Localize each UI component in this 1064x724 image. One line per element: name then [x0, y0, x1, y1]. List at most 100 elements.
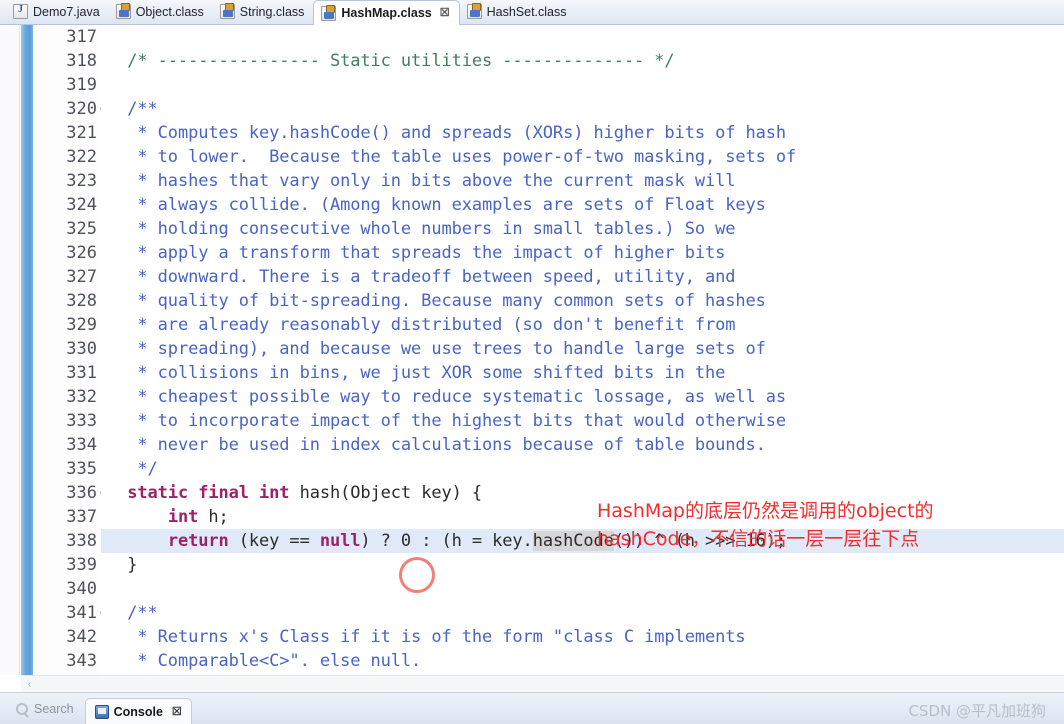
code-line[interactable]: * never be used in index calculations be…: [101, 433, 1064, 457]
line-number-value: 320: [66, 99, 97, 119]
editor-tab-string-class[interactable]: String.class: [213, 0, 314, 24]
code-token: * to lower. Because the table uses power…: [107, 147, 797, 167]
line-number: 341⊖: [33, 601, 108, 625]
scroll-left-arrow-icon[interactable]: ‹: [21, 676, 38, 693]
close-icon[interactable]: ☒: [172, 705, 182, 718]
line-number-value: 340: [66, 579, 97, 599]
line-number: 318: [33, 49, 101, 73]
line-number-value: 333: [66, 411, 97, 431]
code-token: /**: [107, 99, 158, 119]
line-number-value: 343: [66, 651, 97, 671]
line-number: 342: [33, 625, 101, 649]
line-number-value: 321: [66, 123, 97, 143]
code-token: * Returns x's Class if it is of the form…: [107, 627, 746, 647]
code-token: * hashes that vary only in bits above th…: [107, 171, 736, 191]
bottom-view-tab-bar: Search Console ☒: [0, 692, 1064, 724]
code-line[interactable]: * always collide. (Among known examples …: [101, 193, 1064, 217]
scrollbar-track[interactable]: [38, 675, 1064, 693]
editor-tab-demo7-java[interactable]: Demo7.java: [6, 0, 109, 24]
code-line[interactable]: * to lower. Because the table uses power…: [101, 145, 1064, 169]
code-line[interactable]: [101, 577, 1064, 601]
code-line[interactable]: */: [101, 457, 1064, 481]
line-number: 343: [33, 649, 101, 673]
editor-tab-label: HashSet.class: [486, 4, 567, 19]
editor-tab-label: Demo7.java: [33, 4, 100, 19]
editor-tab-object-class[interactable]: Object.class: [109, 0, 213, 24]
code-line[interactable]: * spreading), and because we use trees t…: [101, 337, 1064, 361]
line-number-value: 335: [66, 459, 97, 479]
code-content-area[interactable]: /* ---------------- Static utilities ---…: [101, 25, 1064, 675]
csdn-watermark: CSDN @平凡加班狗: [908, 702, 1046, 720]
line-number-value: 324: [66, 195, 97, 215]
code-token: return: [167, 531, 229, 551]
code-line[interactable]: [101, 25, 1064, 49]
code-line[interactable]: * cheapest possible way to reduce system…: [101, 385, 1064, 409]
line-number-value: 342: [66, 627, 97, 647]
line-number-value: 334: [66, 435, 97, 455]
code-token: * quality of bit-spreading. Because many…: [107, 291, 766, 311]
line-number: 340: [33, 577, 101, 601]
java-file-icon: [13, 4, 28, 19]
code-editor[interactable]: 317 318 319320⊖321 322 323 324 325 326 327 328 329…: [0, 25, 1064, 675]
code-token: ) ? 0 : (h = key.: [360, 531, 533, 551]
class-file-icon: [466, 3, 482, 19]
red-annotation-text: HashMap的底层仍然是调用的object的 hashCode，不信的话一层一…: [597, 497, 934, 553]
annotation-line-1: HashMap的底层仍然是调用的object的: [597, 500, 934, 522]
line-number: 327: [33, 265, 101, 289]
line-number: 333: [33, 409, 101, 433]
code-token: * always collide. (Among known examples …: [107, 195, 766, 215]
line-number-value: 325: [66, 219, 97, 239]
code-token: h;: [198, 507, 229, 527]
editor-marker-bar[interactable]: [0, 25, 20, 675]
line-number-value: 330: [66, 339, 97, 359]
editor-tab-label: String.class: [239, 4, 305, 19]
code-line[interactable]: * downward. There is a tradeoff between …: [101, 265, 1064, 289]
code-line[interactable]: }: [101, 553, 1064, 577]
code-line[interactable]: * hashes that vary only in bits above th…: [101, 169, 1064, 193]
console-icon: [94, 704, 109, 719]
code-line[interactable]: /* ---------------- Static utilities ---…: [101, 49, 1064, 73]
line-number-value: 322: [66, 147, 97, 167]
code-line[interactable]: * are already reasonably distributed (so…: [101, 313, 1064, 337]
line-number: 334: [33, 433, 101, 457]
code-token: * Computes key.hashCode() and spreads (X…: [107, 123, 787, 143]
code-line[interactable]: * quality of bit-spreading. Because many…: [101, 289, 1064, 313]
line-number: 330: [33, 337, 101, 361]
code-token: * spreading), and because we use trees t…: [107, 339, 766, 359]
editor-tab-hashmap-class[interactable]: HashMap.class ☒: [313, 0, 460, 25]
code-line[interactable]: [101, 73, 1064, 97]
editor-tab-hashset-class[interactable]: HashSet.class: [460, 0, 576, 24]
code-token: null: [319, 531, 361, 551]
code-token: * are already reasonably distributed (so…: [107, 315, 736, 335]
horizontal-scrollbar[interactable]: ‹: [21, 675, 1064, 693]
line-number: 323: [33, 169, 101, 193]
code-line[interactable]: /**: [101, 601, 1064, 625]
code-line[interactable]: * collisions in bins, we just XOR some s…: [101, 361, 1064, 385]
line-number: 325: [33, 217, 101, 241]
close-icon[interactable]: ☒: [440, 7, 450, 19]
view-tab-console[interactable]: Console ☒: [84, 697, 192, 724]
class-file-icon: [219, 3, 235, 19]
line-number: 321: [33, 121, 101, 145]
code-line[interactable]: /**: [101, 97, 1064, 121]
view-tab-search[interactable]: Search: [6, 695, 83, 722]
code-line[interactable]: * Returns x's Class if it is of the form…: [101, 625, 1064, 649]
search-icon: [15, 702, 29, 716]
line-number-value: 328: [66, 291, 97, 311]
line-number-value: 331: [66, 363, 97, 383]
code-line[interactable]: * Computes key.hashCode() and spreads (X…: [101, 121, 1064, 145]
code-line[interactable]: * to incorporate impact of the highest b…: [101, 409, 1064, 433]
editor-tab-label: Object.class: [135, 4, 204, 19]
code-token: * downward. There is a tradeoff between …: [107, 267, 736, 287]
code-token: * never be used in index calculations be…: [107, 435, 766, 455]
line-number-value: 317: [66, 27, 97, 47]
class-file-icon: [321, 4, 337, 21]
line-number-value: 318: [66, 51, 97, 71]
line-number-value: 339: [66, 555, 97, 575]
code-line[interactable]: * apply a transform that spreads the imp…: [101, 241, 1064, 265]
line-number: 324: [33, 193, 101, 217]
code-line[interactable]: * holding consecutive whole numbers in s…: [101, 217, 1064, 241]
code-line[interactable]: * Comparable<C>". else null.: [101, 649, 1064, 673]
line-number-value: 327: [66, 267, 97, 287]
